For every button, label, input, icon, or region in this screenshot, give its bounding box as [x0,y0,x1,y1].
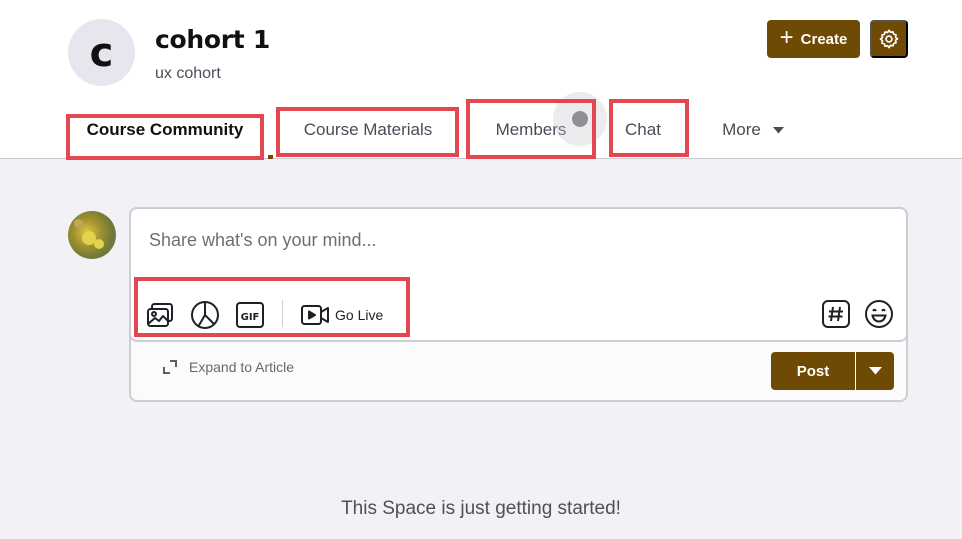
go-live-label: Go Live [335,307,384,323]
tab-more[interactable]: More [708,101,798,159]
post-button-label: Post [796,362,830,380]
composer-placeholder: Share what's on your mind... [149,230,377,250]
tab-label: Chat [625,120,661,139]
space-title: cohort 1 [155,25,270,54]
user-avatar[interactable] [68,211,116,259]
emoji-icon [865,300,893,328]
post-options-button[interactable] [856,352,894,390]
tab-course-community[interactable]: Course Community [70,101,260,159]
expand-icon [163,360,177,374]
empty-state-message: This Space is just getting started! [341,498,621,519]
space-avatar: c [68,19,135,86]
gif-button[interactable]: GIF [234,299,266,331]
add-image-button[interactable] [144,299,176,331]
tab-label: Course Community [86,120,244,139]
poll-icon [191,301,219,329]
space-subtitle: ux cohort [155,65,221,82]
gear-icon [879,29,899,49]
plus-icon: + [779,24,794,51]
settings-button[interactable] [870,20,908,58]
active-tab-indicator [268,155,273,159]
go-live-button[interactable]: Go Live [300,301,383,329]
expand-to-article[interactable]: Expand to Article [161,358,294,376]
space-header: c cohort 1 ux cohort + Create Course Com… [0,0,962,159]
emoji-button[interactable] [863,298,895,330]
svg-text:GIF: GIF [241,312,260,323]
caret-down-icon [868,367,882,375]
post-button[interactable]: Post [771,352,855,390]
tab-label: More [722,120,761,139]
hashtag-icon [822,300,850,328]
create-button[interactable]: + Create [767,20,860,58]
create-button-label: Create [800,30,848,48]
caret-down-icon [772,126,784,133]
tab-label: Course Materials [303,120,433,139]
gif-icon: GIF [236,302,264,328]
video-camera-icon [301,305,329,325]
tab-chat[interactable]: Chat [613,101,673,159]
click-ripple [553,92,607,146]
poll-button[interactable] [189,299,221,331]
toolbar-divider [282,300,283,327]
hashtag-button[interactable] [820,298,852,330]
tab-course-materials[interactable]: Course Materials [280,101,456,159]
expand-label: Expand to Article [189,359,295,375]
image-icon [147,303,173,327]
